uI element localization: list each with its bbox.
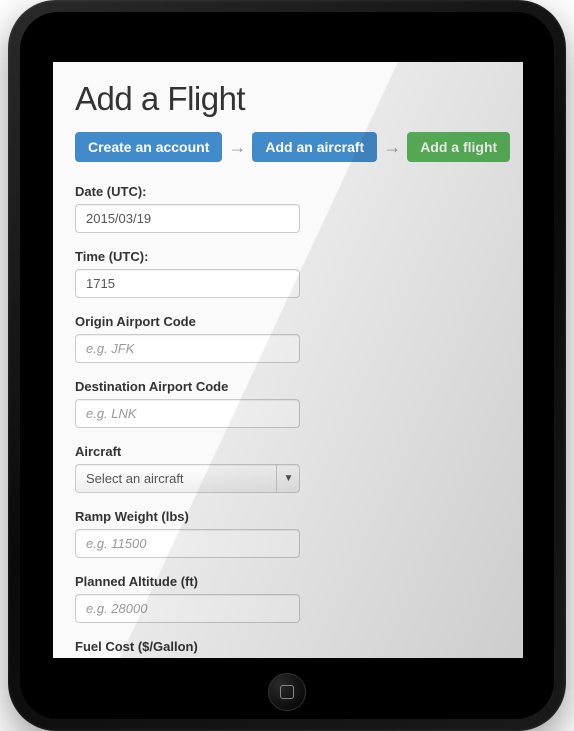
origin-input[interactable]	[75, 334, 300, 363]
step-create-account[interactable]: Create an account	[75, 132, 222, 162]
field-group-date: Date (UTC):	[75, 184, 501, 233]
altitude-label: Planned Altitude (ft)	[75, 574, 501, 589]
breadcrumb: Create an account → Add an aircraft → Ad…	[75, 132, 501, 162]
page-title: Add a Flight	[75, 80, 501, 118]
field-group-time: Time (UTC):	[75, 249, 501, 298]
field-group-altitude: Planned Altitude (ft)	[75, 574, 501, 623]
time-input[interactable]	[75, 269, 300, 298]
aircraft-select-wrap[interactable]: Select an aircraft ▼	[75, 464, 300, 493]
field-group-destination: Destination Airport Code	[75, 379, 501, 428]
field-group-aircraft: Aircraft Select an aircraft ▼	[75, 444, 501, 493]
fuel-cost-label: Fuel Cost ($/Gallon)	[75, 639, 501, 654]
content-area: Add a Flight Create an account → Add an …	[53, 62, 523, 658]
home-button[interactable]	[268, 673, 306, 711]
ramp-weight-input[interactable]	[75, 529, 300, 558]
aircraft-select[interactable]: Select an aircraft	[75, 464, 300, 493]
altitude-input[interactable]	[75, 594, 300, 623]
field-group-origin: Origin Airport Code	[75, 314, 501, 363]
screen: Add a Flight Create an account → Add an …	[53, 62, 523, 658]
destination-input[interactable]	[75, 399, 300, 428]
tablet-frame: Add a Flight Create an account → Add an …	[8, 0, 566, 731]
step-add-flight[interactable]: Add a flight	[407, 132, 510, 162]
origin-label: Origin Airport Code	[75, 314, 501, 329]
time-label: Time (UTC):	[75, 249, 501, 264]
step-add-aircraft[interactable]: Add an aircraft	[252, 132, 377, 162]
field-group-ramp-weight: Ramp Weight (lbs)	[75, 509, 501, 558]
date-label: Date (UTC):	[75, 184, 501, 199]
arrow-icon: →	[228, 137, 246, 158]
date-input[interactable]	[75, 204, 300, 233]
destination-label: Destination Airport Code	[75, 379, 501, 394]
aircraft-label: Aircraft	[75, 444, 501, 459]
home-button-icon	[280, 685, 294, 699]
ramp-weight-label: Ramp Weight (lbs)	[75, 509, 501, 524]
field-group-fuel-cost: Fuel Cost ($/Gallon)	[75, 639, 501, 658]
arrow-icon: →	[383, 137, 401, 158]
